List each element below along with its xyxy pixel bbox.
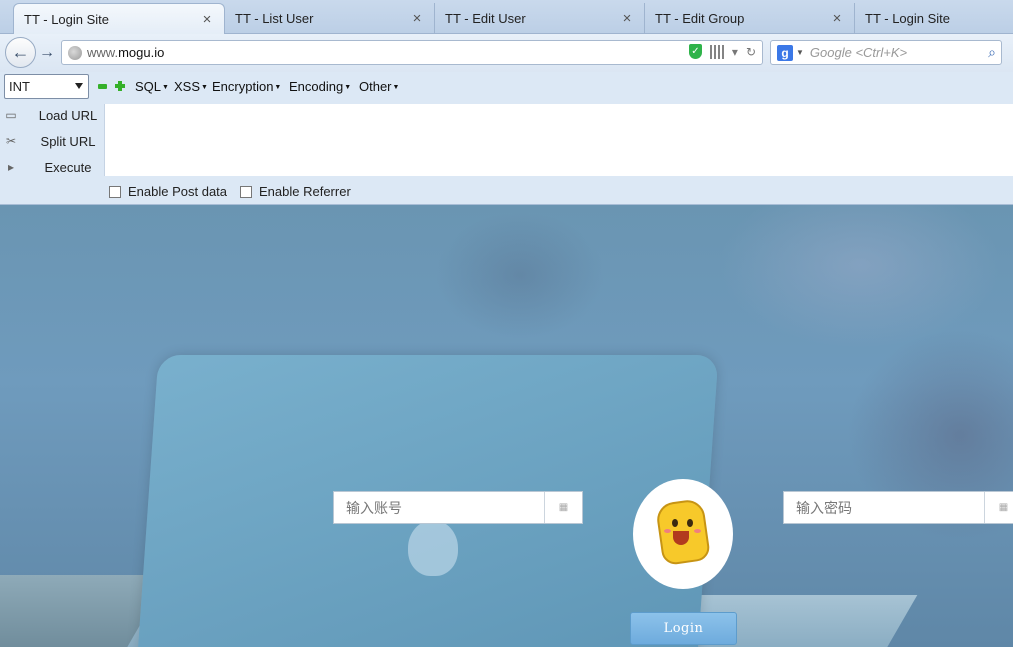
mascot-icon <box>654 497 712 571</box>
type-select[interactable]: INT <box>4 74 89 99</box>
menu-other[interactable]: Other▼ <box>359 79 399 94</box>
menu-encryption[interactable]: Encryption▼ <box>212 79 281 94</box>
page-content: 输入账号 ▦ 输入密码 ▦ Login <box>0 205 1013 647</box>
tab-title: TT - Login Site <box>24 12 110 27</box>
username-placeholder[interactable]: 输入账号 <box>334 498 544 518</box>
url-domain: mogu.io <box>118 45 165 60</box>
tab-title: TT - List User <box>235 11 314 26</box>
chevron-down-icon[interactable]: ▼ <box>796 48 804 57</box>
url-bar[interactable]: www.mogu.io ✓ ▾ ↻ <box>61 40 763 65</box>
close-icon[interactable]: × <box>410 11 424 26</box>
reload-icon[interactable]: ↻ <box>746 45 756 59</box>
tab-title: TT - Edit User <box>445 11 526 26</box>
tab-login-site[interactable]: TT - Login Site × <box>13 3 225 35</box>
dropdown-icon[interactable]: ▾ <box>732 45 738 59</box>
tab-title: TT - Login Site <box>865 11 951 26</box>
tab-list-user[interactable]: TT - List User × <box>225 3 435 34</box>
search-bar[interactable]: g ▼ Google <Ctrl+K> ⌕ <box>770 40 1002 65</box>
checkbox-box[interactable] <box>109 185 121 198</box>
tab-edit-group[interactable]: TT - Edit Group × <box>645 3 855 34</box>
url-prefix: www. <box>87 45 119 60</box>
url-textarea[interactable] <box>104 104 1013 176</box>
back-button[interactable]: ← <box>5 37 36 68</box>
split-url-button[interactable]: ✂ Split URL <box>2 130 102 152</box>
search-icon[interactable]: ⌕ <box>988 44 996 61</box>
play-icon: ▸ <box>7 160 15 174</box>
tab-strip: TT - Login Site × TT - List User × TT - … <box>0 0 1013 35</box>
tab-title: TT - Edit Group <box>655 11 745 26</box>
google-icon[interactable]: g <box>777 44 793 61</box>
select-value: INT <box>9 79 30 94</box>
split-url-label: Split URL <box>40 133 96 149</box>
login-button[interactable]: Login <box>630 612 737 645</box>
menu-label: SQL <box>135 79 162 94</box>
enable-post-data-checkbox[interactable]: Enable Post data <box>109 184 227 199</box>
load-icon: ▭ <box>5 108 17 122</box>
enable-referrer-checkbox[interactable]: Enable Referrer <box>240 184 351 199</box>
forward-button[interactable]: → <box>37 43 57 63</box>
url-text[interactable]: www.mogu.io <box>87 45 164 60</box>
menu-label: Other <box>359 79 392 94</box>
password-placeholder[interactable]: 输入密码 <box>784 498 984 518</box>
menu-xss[interactable]: XSS▼ <box>174 79 208 94</box>
close-icon[interactable]: × <box>620 11 634 26</box>
chevron-down-icon <box>75 83 83 89</box>
username-field[interactable]: 输入账号 ▦ <box>333 491 583 524</box>
menu-label: Encryption <box>212 79 274 94</box>
checkbox-label: Enable Post data <box>128 184 228 199</box>
execute-button[interactable]: ▸ Execute <box>2 156 102 178</box>
apple-logo-icon <box>408 520 458 576</box>
menu-label: Encoding <box>289 79 344 94</box>
password-field[interactable]: 输入密码 ▦ <box>783 491 1013 524</box>
close-icon[interactable]: × <box>200 12 214 27</box>
menu-label: XSS <box>174 79 201 94</box>
keyboard-icon[interactable]: ▦ <box>544 492 582 523</box>
menu-encoding[interactable]: Encoding▼ <box>289 79 351 94</box>
tab-edit-user[interactable]: TT - Edit User × <box>435 3 645 34</box>
navigation-bar: ← → www.mogu.io ✓ ▾ ↻ g ▼ Google <Ctrl+K… <box>0 34 1013 72</box>
increase-icon[interactable] <box>115 81 125 91</box>
load-url-label: Load URL <box>38 107 98 123</box>
hackbar: INT SQL▼ XSS▼ Encryption▼ Encoding▼ Othe… <box>0 72 1013 205</box>
globe-icon <box>68 45 82 60</box>
close-icon[interactable]: × <box>830 11 844 26</box>
tab-login-site-2[interactable]: TT - Login Site <box>855 3 1013 34</box>
qr-code-icon[interactable] <box>709 44 724 59</box>
avatar <box>633 479 733 589</box>
load-url-button[interactable]: ▭ Load URL <box>2 104 102 126</box>
menu-sql[interactable]: SQL▼ <box>135 79 169 94</box>
decrease-icon[interactable] <box>98 84 107 89</box>
shield-icon[interactable]: ✓ <box>688 44 702 59</box>
checkbox-label: Enable Referrer <box>259 184 351 199</box>
execute-label: Execute <box>44 159 92 175</box>
checkbox-box[interactable] <box>240 185 252 198</box>
scissors-icon: ✂ <box>5 134 17 148</box>
keyboard-icon[interactable]: ▦ <box>984 492 1013 523</box>
search-placeholder[interactable]: Google <Ctrl+K> <box>810 45 988 60</box>
